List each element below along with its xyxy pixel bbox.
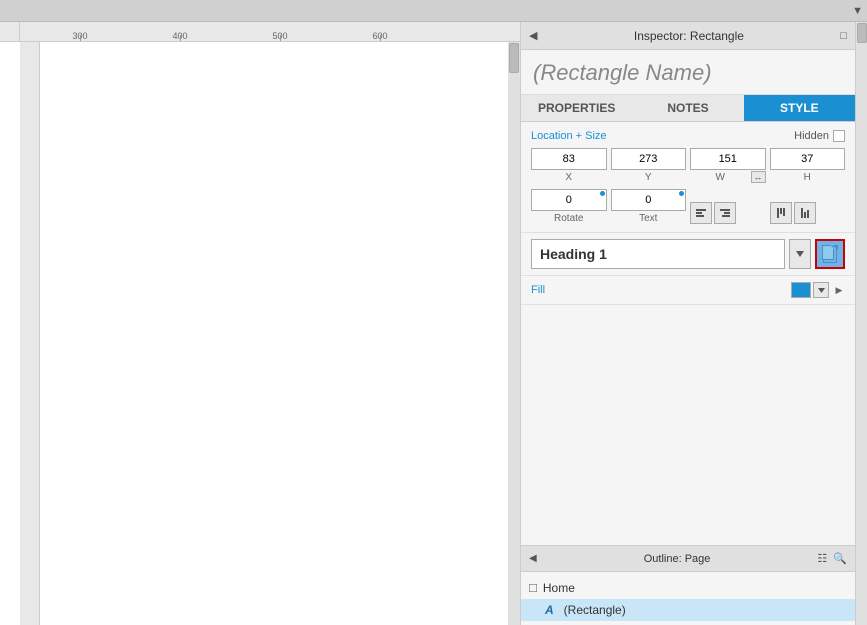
w-input-group: 151 W ↔ [690, 148, 766, 183]
location-size-section: Location + Size Hidden 83 X 273 Y [521, 122, 855, 233]
outline-header: ◀ Outline: Page ☷ 🔍 [521, 546, 855, 572]
inspector-scroll-thumb[interactable] [857, 23, 867, 43]
rectangle-tree-label: (Rectangle) [564, 603, 626, 617]
y-input-group: 273 Y [611, 148, 687, 183]
expand-w-icon[interactable]: ↔ [751, 171, 766, 183]
heading-value: Heading 1 [540, 246, 607, 262]
text-dot [679, 191, 684, 196]
home-page-icon: □ [529, 580, 537, 595]
canvas-vscrollbar[interactable] [508, 42, 520, 625]
text-label: Text [639, 213, 657, 224]
inspector-back-icon[interactable]: ◀ [529, 29, 537, 42]
fill-label: Fill [531, 284, 791, 296]
ruler-corner [0, 22, 20, 42]
h-label: H [804, 172, 811, 183]
inspector-title: Inspector: Rectangle [634, 29, 744, 43]
h-input[interactable]: 37 [770, 148, 846, 170]
tree-item-home[interactable]: □ Home [521, 576, 855, 599]
inspector-body: Location + Size Hidden 83 X 273 Y [521, 122, 855, 545]
hidden-checkbox[interactable] [833, 130, 845, 142]
tab-properties[interactable]: PROPERTIES [521, 95, 632, 121]
w-input[interactable]: 151 [690, 148, 766, 170]
inspector-detach-icon[interactable]: □ [840, 30, 847, 42]
tab-style[interactable]: STYLE [744, 95, 855, 121]
style-select-display: Heading 1 [531, 239, 785, 269]
style-heading-row: Heading 1 [521, 233, 855, 276]
inspector-vscrollbar[interactable] [855, 22, 867, 625]
outline-filter-icon[interactable]: ☷ [817, 552, 827, 565]
h-input-group: 37 H [770, 148, 846, 183]
outline-back-icon[interactable]: ◀ [529, 553, 537, 564]
align-top-btn[interactable] [770, 202, 792, 224]
rotate-input[interactable]: 0 [531, 189, 607, 211]
outline-search-icon[interactable]: 🔍 [833, 552, 847, 565]
x-input-group: 83 X [531, 148, 607, 183]
fill-color-swatch[interactable] [791, 282, 811, 298]
inspector-tabs: PROPERTIES NOTES STYLE [521, 95, 855, 122]
outline-title: Outline: Page [543, 553, 812, 565]
text-input[interactable]: 0 [611, 189, 687, 211]
rotate-input-group: 0 Rotate [531, 189, 607, 224]
outline-section: ◀ Outline: Page ☷ 🔍 □ Home A (Rectangle) [521, 545, 855, 625]
y-input[interactable]: 273 [611, 148, 687, 170]
tab-notes[interactable]: NOTES [632, 95, 743, 121]
rotate-dot [600, 191, 605, 196]
fill-expand-btn[interactable]: ▶ [833, 282, 845, 298]
ruler-vertical [20, 42, 40, 625]
collapse-icon[interactable]: ▼ [852, 5, 863, 17]
align-group-1 [690, 202, 766, 224]
text-input-group: 0 Text [611, 189, 687, 224]
style-dropdown-btn[interactable] [789, 239, 811, 269]
rotate-label: Rotate [554, 213, 583, 224]
w-label: W [690, 172, 751, 183]
align-right-btn[interactable] [714, 202, 736, 224]
fill-dropdown-btn[interactable] [813, 282, 829, 298]
align-group-2 [770, 202, 846, 224]
hidden-label: Hidden [794, 130, 829, 142]
top-bar: ▼ [0, 0, 867, 22]
canvas-draw-area[interactable] [40, 42, 508, 625]
inspector-panel: ◀ Inspector: Rectangle □ (Rectangle Name… [520, 22, 855, 625]
rectangle-tree-icon: A [545, 603, 554, 617]
style-copy-btn[interactable] [815, 239, 845, 269]
ruler-horizontal: 300 400 500 600 [20, 22, 520, 42]
scroll-thumb[interactable] [509, 43, 519, 73]
x-label: X [565, 172, 572, 183]
inspector-header: ◀ Inspector: Rectangle □ [521, 22, 855, 50]
align-left-btn[interactable] [690, 202, 712, 224]
y-label: Y [645, 172, 652, 183]
x-input[interactable]: 83 [531, 148, 607, 170]
outline-tree: □ Home A (Rectangle) [521, 572, 855, 625]
align-bottom-btn[interactable] [794, 202, 816, 224]
fill-row: Fill ▶ [521, 276, 855, 305]
tree-item-rectangle[interactable]: A (Rectangle) [521, 599, 855, 621]
home-label: Home [543, 581, 575, 595]
rectangle-name: (Rectangle Name) [521, 50, 855, 95]
location-size-label: Location + Size [531, 130, 607, 142]
